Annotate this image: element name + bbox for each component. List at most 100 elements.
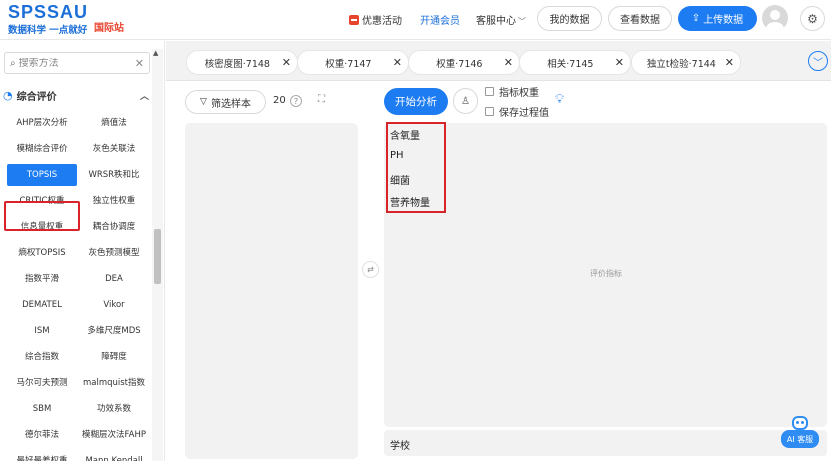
service-center-menu[interactable]: 客服中心 ﹀ <box>476 12 526 27</box>
vip-link[interactable]: 开通会员 <box>420 12 460 27</box>
variable-item[interactable]: 含氧量 <box>390 127 420 142</box>
method-search-box: ⌕ ✕ <box>4 52 150 74</box>
analysis-tabs-bar: 核密度图·7148 ✕ 权重·7147 ✕ 权重·7146 ✕ 相关·7145 ✕ 独立… <box>166 41 831 81</box>
method-item[interactable]: 综合指数 <box>7 346 77 368</box>
grouping-field-value: 学校 <box>390 441 410 452</box>
method-item[interactable]: 熵值法 <box>79 112 149 134</box>
option-indicator-weights[interactable]: 指标权重 <box>485 84 539 99</box>
evaluation-icon: ◔ <box>3 89 13 102</box>
method-item[interactable]: 灰色关联法 <box>79 138 149 160</box>
close-icon[interactable]: ✕ <box>615 56 624 69</box>
method-item[interactable]: TOPSIS <box>7 164 77 186</box>
method-item[interactable]: DEA <box>79 268 149 290</box>
method-item[interactable]: 模糊层次法FAHP <box>79 424 149 446</box>
tab-label: 独立t检验·7144 <box>646 58 716 70</box>
chevron-down-icon: ﹀ <box>518 17 526 26</box>
checkbox[interactable] <box>485 107 494 116</box>
tab-kernel-density[interactable]: 核密度图·7148 ✕ <box>186 50 298 75</box>
clear-icon[interactable]: ♙ <box>453 88 478 114</box>
method-sidebar: ⌕ ✕ ◔ 综合评价 ︿ AHP层次分析熵值法模糊综合评价灰色关联法TOPSIS… <box>0 41 165 461</box>
close-icon[interactable]: ✕ <box>135 57 144 70</box>
tab-label: 权重·7147 <box>325 58 372 70</box>
international-site-link[interactable]: 国际站 <box>94 19 124 34</box>
method-item[interactable]: 多维尺度MDS <box>79 320 149 342</box>
sidebar-scrollbar[interactable]: ▲ <box>152 49 163 461</box>
filter-label: 筛选样本 <box>210 98 251 110</box>
lightbulb-icon[interactable]: 💡︎ <box>555 92 564 107</box>
method-item[interactable]: SBM <box>7 398 77 420</box>
category-label: 综合评价 <box>16 92 57 103</box>
category-header-comprehensive-evaluation[interactable]: ◔ 综合评价 ︿ <box>3 88 149 103</box>
avatar[interactable] <box>762 5 788 31</box>
grouping-field[interactable]: 学校 <box>384 430 827 456</box>
method-item[interactable]: 模糊综合评价 <box>7 138 77 160</box>
tab-weight-7146[interactable]: 权重·7146 ✕ <box>408 50 520 75</box>
filter-icon: ▽ <box>200 97 207 107</box>
panel-placeholder: 评价指标 <box>590 269 622 278</box>
tab-weight-7147[interactable]: 权重·7147 ✕ <box>297 50 409 75</box>
expand-icon[interactable]: ⛶ <box>318 94 325 105</box>
method-item[interactable]: Mann Kendall <box>79 450 149 461</box>
tab-independent-t-test[interactable]: 独立t检验·7144 ✕ <box>631 50 741 75</box>
promo-label: 优惠活动 <box>362 16 402 27</box>
ai-support-button[interactable]: AI 客服 <box>781 416 819 449</box>
gift-icon <box>349 14 359 25</box>
ai-support-label: AI 客服 <box>781 430 819 448</box>
robot-icon <box>792 416 808 430</box>
close-icon[interactable]: ✕ <box>393 56 402 69</box>
method-item[interactable]: WRSR秩和比 <box>79 164 149 186</box>
help-icon[interactable]: ? <box>290 95 302 107</box>
method-item[interactable]: 信息量权重 <box>7 216 77 238</box>
method-item[interactable]: 德尔菲法 <box>7 424 77 446</box>
logo-text: SPSSAU <box>8 2 89 22</box>
search-icon: ⌕ <box>10 57 16 69</box>
method-item[interactable]: 指数平滑 <box>7 268 77 290</box>
method-item[interactable]: 耦合协调度 <box>79 216 149 238</box>
method-search-input[interactable] <box>18 57 129 69</box>
method-item[interactable]: 障碍度 <box>79 346 149 368</box>
method-item[interactable]: DEMATEL <box>7 294 77 316</box>
option-save-process-values[interactable]: 保存过程值 <box>485 104 549 119</box>
close-icon[interactable]: ✕ <box>282 56 291 69</box>
top-header: SPSSAU 数据科学 一点就好 国际站 优惠活动 开通会员 客服中心 ﹀ 我的数… <box>0 0 831 40</box>
my-data-button[interactable]: 我的数据 <box>537 6 602 31</box>
method-item[interactable]: Vikor <box>79 294 149 316</box>
checkbox[interactable] <box>485 87 494 96</box>
scroll-up-icon[interactable]: ▲ <box>153 49 158 57</box>
start-analysis-button[interactable]: 开始分析 <box>384 88 448 115</box>
tab-label: 权重·7146 <box>436 58 483 70</box>
chevron-down-icon[interactable]: ﹀ <box>808 51 828 71</box>
filter-samples-button[interactable]: ▽ 筛选样本 <box>185 90 266 114</box>
tab-correlation[interactable]: 相关·7145 ✕ <box>519 50 631 75</box>
method-item[interactable]: 功效系数 <box>79 398 149 420</box>
service-label: 客服中心 <box>476 16 516 27</box>
view-data-button[interactable]: 查看数据 <box>608 6 672 31</box>
chevron-up-icon: ︿ <box>139 92 149 102</box>
scroll-thumb[interactable] <box>154 229 161 284</box>
promo-link[interactable]: 优惠活动 <box>349 12 402 27</box>
tab-label: 相关·7145 <box>547 58 594 70</box>
variable-item[interactable]: 营养物量 <box>390 194 430 209</box>
method-item[interactable]: CRITIC权重 <box>7 190 77 212</box>
logo-slogan: 数据科学 一点就好 <box>8 25 88 36</box>
method-item[interactable]: 独立性权重 <box>79 190 149 212</box>
method-item[interactable]: ISM <box>7 320 77 342</box>
gear-icon[interactable]: ⚙ <box>800 6 825 31</box>
method-item[interactable]: 灰色预测模型 <box>79 242 149 264</box>
upload-icon: ⇪ <box>691 13 701 24</box>
upload-data-button[interactable]: ⇪ 上传数据 <box>678 6 757 31</box>
method-item[interactable]: 最好最差权重 <box>7 450 77 461</box>
close-icon[interactable]: ✕ <box>504 56 513 69</box>
evaluation-indicators-panel[interactable]: 评价指标 <box>384 123 827 427</box>
method-item[interactable]: 熵权TOPSIS <box>7 242 77 264</box>
variable-item[interactable]: 细菌 <box>390 172 410 187</box>
upload-label: 上传数据 <box>703 15 744 26</box>
variable-source-panel[interactable] <box>185 123 358 459</box>
logo[interactable]: SPSSAU 数据科学 一点就好 <box>8 3 88 36</box>
swap-icon[interactable]: ⇄ <box>362 261 379 278</box>
close-icon[interactable]: ✕ <box>725 56 734 69</box>
method-item[interactable]: malmquist指数 <box>79 372 149 394</box>
variable-item[interactable]: PH <box>390 150 404 161</box>
method-item[interactable]: 马尔可夫预测 <box>7 372 77 394</box>
method-item[interactable]: AHP层次分析 <box>7 112 77 134</box>
